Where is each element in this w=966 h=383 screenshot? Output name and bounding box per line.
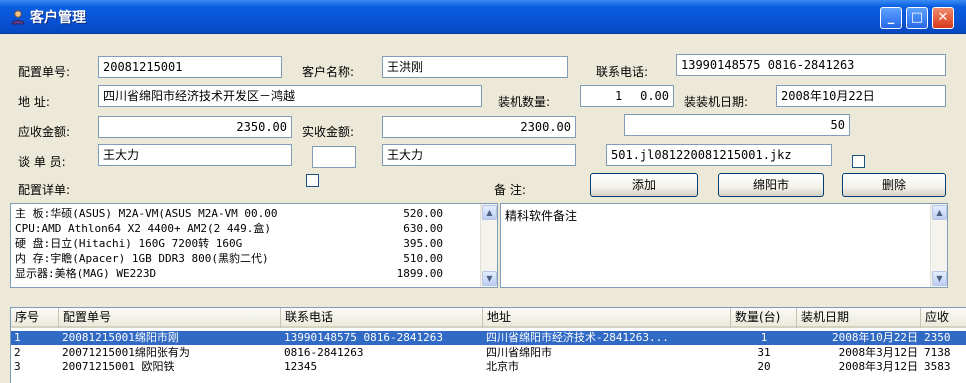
column-header[interactable]: 配置单号 (59, 308, 281, 328)
maximize-icon: □ (910, 10, 924, 25)
add-button[interactable]: 添加 (590, 173, 698, 197)
customer-table[interactable]: 序号 配置单号 联系电话 地址 数量(台) 装机日期 应收 1 20081215… (10, 307, 966, 383)
customer-management-window: 客户管理 _ □ ✕ 配置单号: 20081215001 客户名称: 王洪刚 联… (0, 0, 966, 383)
table-header: 序号 配置单号 联系电话 地址 数量(台) 装机日期 应收 (11, 308, 966, 328)
table-cell: 20081215001绵阳市刚 (62, 331, 179, 344)
received-field[interactable]: 2300.00 (382, 116, 576, 138)
address-field[interactable]: 四川省绵阳市经济技术开发区－鸿越 (98, 85, 482, 107)
salesman2-field[interactable]: 王大力 (382, 144, 576, 166)
quantity-value: 1 (615, 89, 623, 103)
scroll-down-icon[interactable]: ▼ (482, 271, 497, 286)
remark-scrollbar[interactable]: ▲ ▼ (930, 204, 947, 287)
table-cell: 四川省绵阳市 (486, 346, 552, 359)
delete-button[interactable]: 删除 (842, 173, 946, 197)
install-date-label: 装装机日期: (684, 95, 749, 109)
phone-label: 联系电话: (596, 65, 649, 79)
customer-name-label: 客户名称: (302, 65, 355, 79)
quantity-label: 装机数量: (498, 95, 551, 109)
detail-checkbox[interactable] (306, 174, 319, 187)
mianyang-button[interactable]: 绵阳市 (718, 173, 824, 197)
table-cell: 2 (14, 346, 21, 359)
balance-field[interactable]: 50 (624, 114, 850, 136)
detail-line: 内 存:宇瞻(Apacer) 1GB DDR3 800(黑豹二代) (15, 252, 269, 265)
scroll-down-icon[interactable]: ▼ (932, 271, 947, 286)
table-cell: 1 (760, 331, 768, 344)
table-cell: 7138 (924, 346, 951, 359)
table-cell: 3583 (924, 360, 951, 373)
column-header[interactable]: 数量(台) (731, 308, 797, 328)
install-date-field[interactable]: 2008年10月22日 (776, 85, 946, 107)
detail-line: 主 板:华硕(ASUS) M2A-VM(ASUS M2A-VM 00.00 (15, 207, 278, 220)
detail-line: CPU:AMD Athlon64 X2 4400+ AM2(2 449.盒) (15, 222, 272, 235)
remark-box[interactable]: 精科软件备注 ▲ ▼ (500, 203, 948, 288)
column-header[interactable]: 序号 (11, 308, 59, 328)
remark-text: 精科软件备注 (505, 209, 578, 223)
detail-price: 510.00 (403, 252, 443, 265)
table-row[interactable]: 1 20081215001绵阳市刚 13990148575 0816-28412… (11, 331, 966, 345)
column-header[interactable]: 联系电话 (281, 308, 483, 328)
detail-label: 配置详单: (18, 183, 71, 197)
table-cell: 12345 (284, 360, 318, 373)
table-cell: 20 (757, 360, 771, 373)
detail-price: 630.00 (403, 222, 443, 235)
table-cell: 3 (14, 360, 21, 373)
received-label: 实收金额: (302, 125, 355, 139)
table-cell: 2008年10月22日 (832, 331, 918, 344)
table-cell: 2008年3月12日 (838, 360, 918, 373)
table-cell: 2350 (924, 331, 951, 344)
remark-label: 备 注: (494, 183, 526, 197)
table-cell: 31 (757, 346, 771, 359)
receivable-label: 应收金额: (18, 125, 71, 139)
table-cell: 13990148575 0816-2841263 (284, 331, 443, 344)
close-button[interactable]: ✕ (932, 7, 954, 29)
detail-line: 硬 盘:日立(Hitachi) 160G 7200转 160G (15, 237, 243, 250)
scroll-up-icon[interactable]: ▲ (932, 205, 947, 220)
detail-price: 520.00 (403, 207, 443, 220)
table-cell: 1 (14, 331, 21, 344)
minimize-icon: _ (887, 10, 895, 25)
option-checkbox[interactable] (852, 155, 865, 168)
detail-line: 显示器:美格(MAG) WE223D (15, 267, 157, 280)
detail-scrollbar[interactable]: ▲ ▼ (480, 204, 497, 287)
quantity-field[interactable]: 1 0.00 (580, 85, 674, 107)
receivable-field[interactable]: 2350.00 (98, 116, 292, 138)
detail-price: 1899.00 (396, 267, 443, 280)
close-icon: ✕ (937, 10, 949, 25)
salesman-label: 谈 单 员: (18, 155, 66, 169)
phone-field[interactable]: 13990148575 0816-2841263 (676, 54, 946, 76)
table-row[interactable]: 2 20071215001绵阳张有为 0816-2841263 四川省绵阳市 3… (11, 346, 966, 360)
table-cell: 四川省绵阳市经济技术-2841263... (486, 331, 669, 344)
order-no-label: 配置单号: (18, 65, 71, 79)
app-icon (11, 10, 25, 25)
customer-name-field[interactable]: 王洪刚 (382, 56, 568, 78)
table-row[interactable]: 3 20071215001 欧阳铁 12345 北京市 20 2008年3月12… (11, 360, 966, 374)
table-cell: 2008年3月12日 (838, 346, 918, 359)
table-cell: 20071215001绵阳张有为 (62, 346, 190, 359)
scroll-up-icon[interactable]: ▲ (482, 205, 497, 220)
table-cell: 0816-2841263 (284, 346, 364, 359)
salesman-code-field[interactable] (312, 146, 356, 168)
table-cell: 20071215001 欧阳铁 (62, 360, 175, 373)
address-label: 地 址: (18, 95, 50, 109)
table-cell: 北京市 (486, 360, 519, 373)
detail-price: 395.00 (403, 237, 443, 250)
title-bar[interactable]: 客户管理 _ □ ✕ (0, 0, 966, 34)
maximize-button[interactable]: □ (906, 7, 928, 29)
minimize-button[interactable]: _ (880, 7, 902, 29)
file-path-field[interactable]: 501.jl081220081215001.jkz (606, 144, 832, 166)
column-header[interactable]: 地址 (483, 308, 731, 328)
column-header[interactable]: 应收 (921, 308, 966, 328)
config-detail-box[interactable]: 主 板:华硕(ASUS) M2A-VM(ASUS M2A-VM 00.00 52… (10, 203, 498, 288)
salesman-field[interactable]: 王大力 (98, 144, 292, 166)
order-no-field[interactable]: 20081215001 (98, 56, 282, 78)
window-title: 客户管理 (30, 10, 86, 26)
quantity-decimal: 0.00 (640, 89, 669, 103)
column-header[interactable]: 装机日期 (797, 308, 921, 328)
